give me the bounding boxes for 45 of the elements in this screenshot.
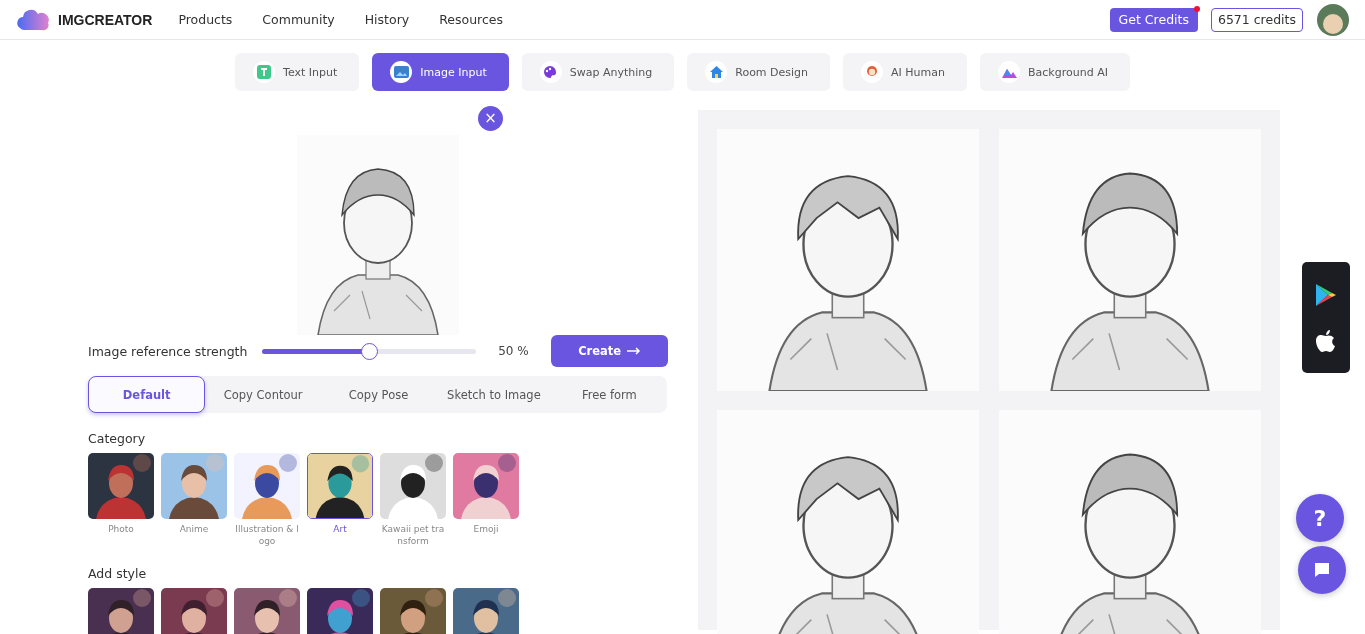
slider-value: 50 % [498,344,530,358]
image-icon [393,66,409,78]
slider-track[interactable] [262,348,477,354]
category-label[interactable]: Art [333,523,347,535]
play-store-icon[interactable] [1315,282,1337,307]
brand-name: IMGCREATOR [58,11,153,28]
logo-icon [16,7,52,32]
category-label[interactable]: Anime [179,523,209,535]
help-button[interactable]: ? [1296,494,1344,542]
mode-tab[interactable]: Image Input [372,53,509,91]
section-title: Add style [88,566,148,581]
section-title: Category [88,431,147,446]
nav-link[interactable]: Products [178,12,233,27]
chat-button[interactable] [1298,546,1346,594]
category-label[interactable]: Kawaii pet transform [380,523,446,547]
avatar[interactable] [1317,3,1349,36]
mode-tab[interactable]: AI Human [843,53,967,91]
letter-icon [257,65,272,79]
chat-icon [1313,561,1331,579]
nav-link[interactable]: Resources [439,12,504,27]
mode-tab[interactable]: Text Input [235,53,360,91]
slider-label: Image reference strength [88,343,249,359]
category-label[interactable]: Illustration & logo [234,523,300,547]
mode-option[interactable]: Copy Pose [320,376,437,413]
mode-option[interactable]: Sketch to Image [436,376,552,413]
create-button[interactable]: Create [551,335,668,367]
palette-icon [543,65,559,79]
mode-option[interactable]: Free form [551,376,668,413]
get-credits-button[interactable]: Get Credits [1109,7,1198,32]
credits-count: 6571 credits [1210,7,1303,32]
category-label[interactable]: Emoji [473,523,499,535]
arrow-icon [627,347,642,355]
house-icon [708,65,724,79]
mode-tab[interactable]: Room Design [687,53,831,91]
mode-tab[interactable]: Swap Anything [521,53,675,91]
nav-link[interactable]: Community [262,12,335,27]
nav-link[interactable]: History [364,12,410,27]
mode-tab[interactable]: Background AI [980,53,1130,91]
category-label[interactable]: Photo [108,523,134,535]
close-button[interactable]: × [478,106,503,131]
slider-thumb[interactable] [361,342,379,360]
mode-option[interactable]: Default [88,376,206,413]
mode-option[interactable]: Copy Contour [205,376,321,413]
person-icon [865,65,880,79]
apple-icon[interactable] [1316,328,1336,353]
